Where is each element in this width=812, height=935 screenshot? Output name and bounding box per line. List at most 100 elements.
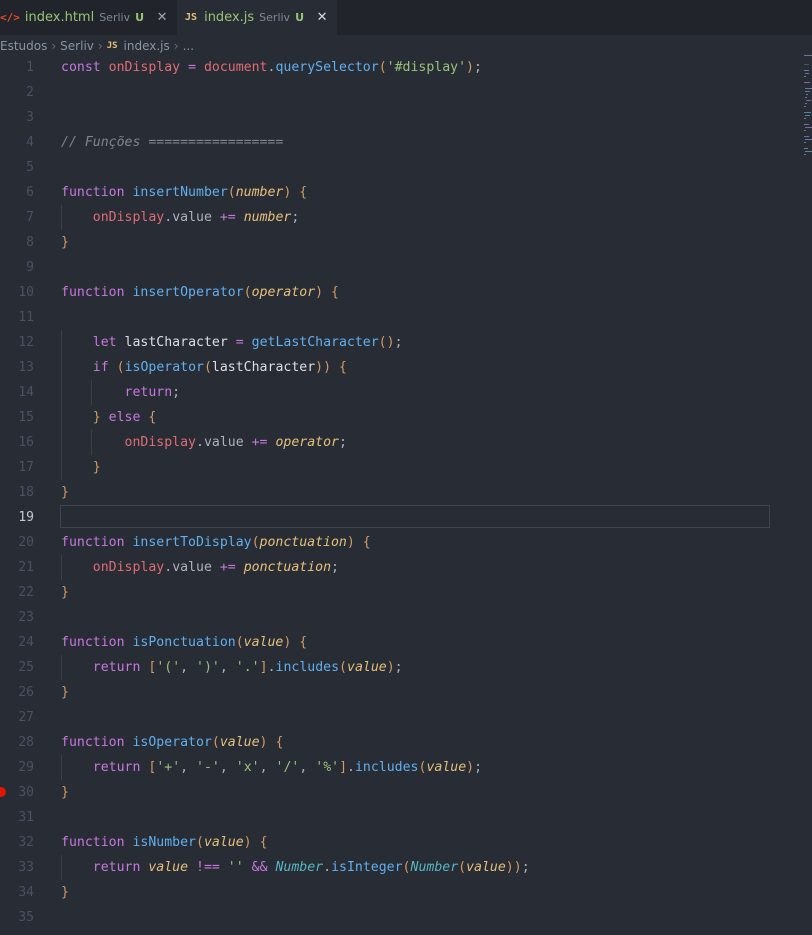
code-line[interactable]: 7 onDisplay.value += number;	[0, 205, 800, 230]
line-number[interactable]: 18	[0, 480, 34, 505]
code-text: }	[61, 785, 69, 800]
line-number[interactable]: 20	[0, 530, 34, 555]
code-line[interactable]: 20 function insertToDisplay(ponctuation) …	[0, 530, 800, 555]
minimap-line	[804, 142, 806, 143]
breadcrumb-item-serliv[interactable]: Serliv	[60, 39, 94, 53]
line-number[interactable]: 23	[0, 605, 34, 630]
line-number[interactable]: 27	[0, 705, 34, 730]
line-number[interactable]: 5	[0, 155, 34, 180]
code-line[interactable]: 33 return value !== '' && Number.isInteg…	[0, 855, 800, 880]
line-number[interactable]: 13	[0, 355, 34, 380]
line-number[interactable]: 9	[0, 255, 34, 280]
minimap-line	[804, 70, 810, 71]
code-text: }	[61, 485, 69, 500]
line-number[interactable]: 11	[0, 305, 34, 330]
code-text: if (isOperator(lastCharacter)) {	[92, 360, 347, 375]
line-number[interactable]: 25	[0, 655, 34, 680]
line-number[interactable]: 15	[0, 405, 34, 430]
code-editor[interactable]: 1 const onDisplay = document.querySelecto…	[0, 55, 812, 935]
line-number[interactable]: 1	[0, 55, 34, 80]
line-number[interactable]: 8	[0, 230, 34, 255]
code-line[interactable]: 1 const onDisplay = document.querySelecto…	[0, 55, 800, 80]
line-number[interactable]: 35	[0, 905, 34, 930]
html-file-icon: </>	[0, 11, 20, 24]
line-number[interactable]: 29	[0, 755, 34, 780]
line-number[interactable]: 6	[0, 180, 34, 205]
breadcrumb-item-estudos[interactable]: Estudos	[0, 39, 47, 53]
line-number[interactable]: 21	[0, 555, 34, 580]
close-icon[interactable]: ✕	[155, 10, 169, 25]
code-line[interactable]: 4 // Funções =================	[0, 130, 800, 155]
code-line[interactable]: 25 return ['(', ')', '.'].includes(value…	[0, 655, 800, 680]
code-line[interactable]: 32 function isNumber(value) {	[0, 830, 800, 855]
minimap-line	[804, 55, 812, 56]
line-number[interactable]: 28	[0, 730, 34, 755]
code-line[interactable]: 26}	[0, 680, 800, 705]
minimap-line	[805, 88, 812, 89]
breadcrumb-item-symbols[interactable]: ...	[183, 39, 194, 53]
line-number[interactable]: 16	[0, 430, 34, 455]
code-line[interactable]: 3	[0, 105, 800, 130]
code-line[interactable]: 9	[0, 255, 800, 280]
tab-index-js[interactable]: JS index.js Serliv U ✕	[177, 0, 338, 35]
code-line[interactable]: 19	[0, 505, 800, 530]
code-line[interactable]: 34}	[0, 880, 800, 905]
code-line[interactable]: 5	[0, 155, 800, 180]
code-text: return ['(', ')', '.'].includes(value);	[92, 660, 403, 675]
code-line[interactable]: 11	[0, 305, 800, 330]
code-line[interactable]: 27	[0, 705, 800, 730]
code-line[interactable]: 28 function isOperator(value) {	[0, 730, 800, 755]
line-number[interactable]: 2	[0, 80, 34, 105]
code-line[interactable]: 30}	[0, 780, 800, 805]
code-line[interactable]: 16 onDisplay.value += operator;	[0, 430, 800, 455]
code-line[interactable]: 6 function insertNumber(number) {	[0, 180, 800, 205]
line-number[interactable]: 7	[0, 205, 34, 230]
line-number[interactable]: 31	[0, 805, 34, 830]
line-number[interactable]: 12	[0, 330, 34, 355]
code-line[interactable]: 21 onDisplay.value += ponctuation;	[0, 555, 800, 580]
line-number[interactable]: 17	[0, 455, 34, 480]
minimap-line	[804, 106, 806, 107]
code-text: }	[92, 460, 101, 475]
code-line[interactable]: 2	[0, 80, 800, 105]
code-text: function isOperator(value) {	[61, 735, 284, 750]
code-text: function isPonctuation(value) {	[61, 635, 308, 650]
minimap-line	[805, 139, 812, 140]
minimap-line	[805, 103, 807, 104]
line-number[interactable]: 10	[0, 280, 34, 305]
minimap-line	[804, 76, 806, 77]
tab-index-html[interactable]: </> index.html Serliv U ✕	[0, 0, 177, 35]
line-number[interactable]: 33	[0, 855, 34, 880]
minimap-line	[804, 124, 810, 125]
code-line[interactable]: 31	[0, 805, 800, 830]
minimap[interactable]	[804, 55, 812, 165]
code-line[interactable]: 18}	[0, 480, 800, 505]
line-number[interactable]: 26	[0, 680, 34, 705]
code-line[interactable]: 8}	[0, 230, 800, 255]
code-line[interactable]: 24 function isPonctuation(value) {	[0, 630, 800, 655]
line-number[interactable]: 24	[0, 630, 34, 655]
code-line[interactable]: 29 return ['+', '-', 'x', '/', '%'].incl…	[0, 755, 800, 780]
code-line[interactable]: 15 } else {	[0, 405, 800, 430]
code-line[interactable]: 14 return;	[0, 380, 800, 405]
close-icon[interactable]: ✕	[315, 10, 329, 25]
line-number[interactable]: 22	[0, 580, 34, 605]
line-number[interactable]: 19	[0, 505, 34, 530]
code-line[interactable]: 22}	[0, 580, 800, 605]
line-number[interactable]: 32	[0, 830, 34, 855]
line-number[interactable]: 14	[0, 380, 34, 405]
code-line[interactable]: 10 function insertOperator(operator) {	[0, 280, 800, 305]
breadcrumb-item-file[interactable]: index.js	[124, 39, 170, 53]
line-number[interactable]: 34	[0, 880, 34, 905]
code-text: function isNumber(value) {	[61, 835, 268, 850]
code-line[interactable]: 12 let lastCharacter = getLastCharacter(…	[0, 330, 800, 355]
minimap-line	[804, 154, 806, 155]
code-text: return;	[124, 385, 181, 400]
line-number[interactable]: 3	[0, 105, 34, 130]
code-line[interactable]: 17 }	[0, 455, 800, 480]
code-line[interactable]: 23	[0, 605, 800, 630]
code-line[interactable]: 35	[0, 905, 800, 930]
code-line[interactable]: 13 if (isOperator(lastCharacter)) {	[0, 355, 800, 380]
chevron-right-icon: ›	[51, 39, 57, 53]
line-number[interactable]: 4	[0, 130, 34, 155]
